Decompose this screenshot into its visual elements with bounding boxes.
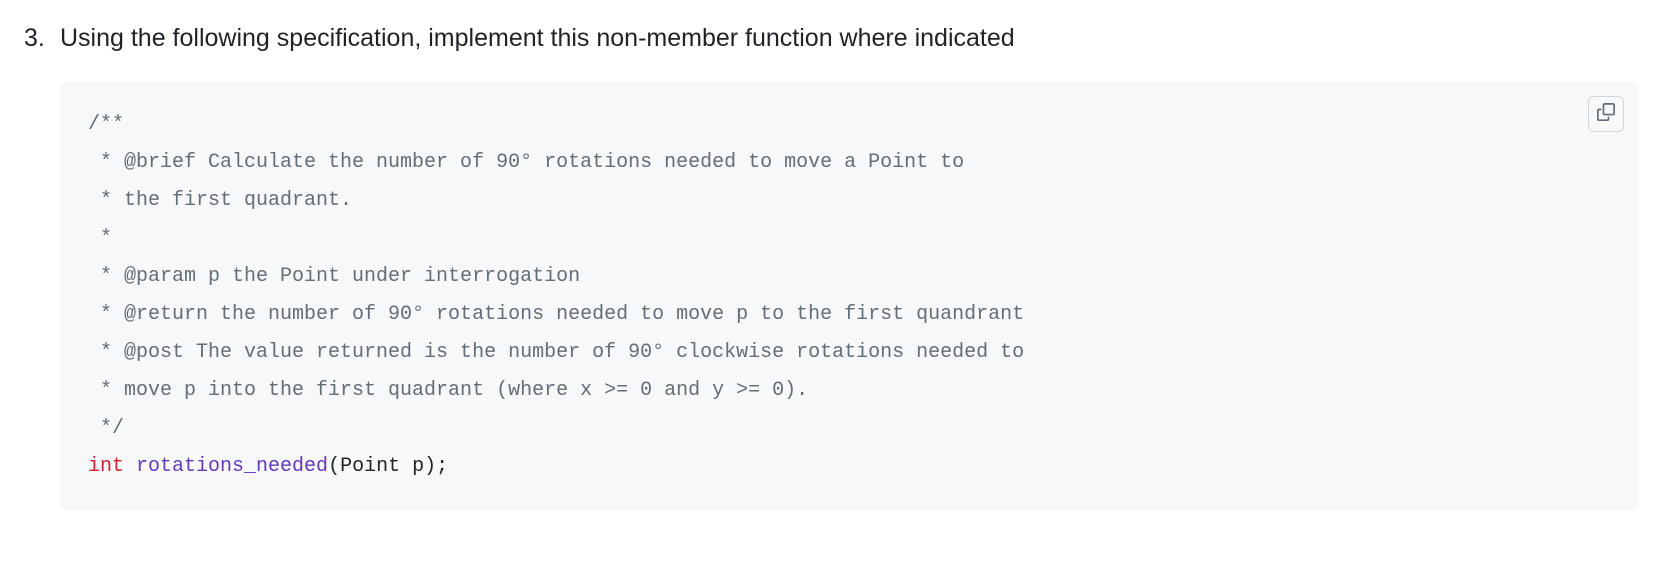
question-text: Using the following specification, imple… [60,20,1638,58]
question-container: 3. Using the following specification, im… [24,20,1638,510]
code-text: (Point p); [328,455,448,478]
code-comment-line: * move p into the first quadrant (where … [88,379,808,402]
copy-icon [1597,103,1615,124]
code-comment-line: * [88,227,112,250]
code-comment-line: */ [88,417,124,440]
copy-button[interactable] [1588,96,1624,132]
question-number: 3. [24,20,52,58]
code-comment-line: * @post The value returned is the number… [88,341,1024,364]
code-text [124,455,136,478]
code-function-name: rotations_needed [136,455,328,478]
code-comment-line: * @return the number of 90° rotations ne… [88,303,1024,326]
code-comment-line: /** [88,113,124,136]
code-comment-line: * @brief Calculate the number of 90° rot… [88,151,964,174]
code-comment-line: * the first quadrant. [88,189,352,212]
code-pre: /** * @brief Calculate the number of 90°… [88,106,1610,486]
code-comment-line: * @param p the Point under interrogation [88,265,580,288]
code-block: /** * @brief Calculate the number of 90°… [60,82,1638,510]
code-keyword: int [88,455,124,478]
question-content: Using the following specification, imple… [60,20,1638,510]
